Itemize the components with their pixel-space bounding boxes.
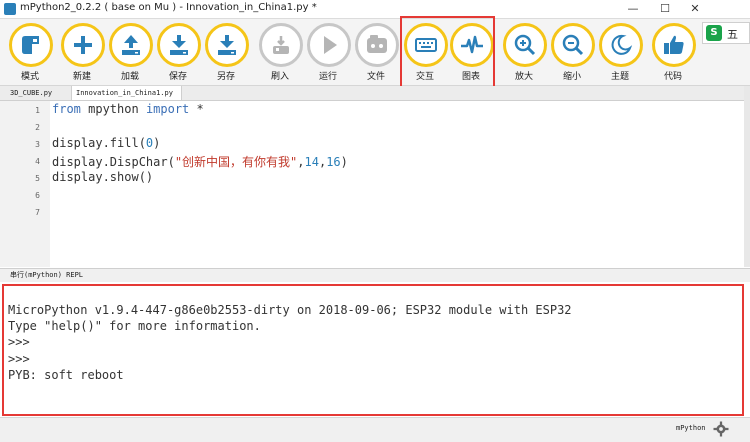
files-icon: [355, 23, 399, 67]
flash-icon: [259, 23, 303, 67]
minimize-button[interactable]: —: [618, 0, 648, 18]
keyword: from: [52, 102, 81, 116]
code-line: display.DispChar("创新中国，有你有我",14,16): [52, 153, 348, 170]
download-icon: [205, 23, 249, 67]
code-text: display.DispChar(: [52, 155, 175, 169]
keyword: import: [145, 102, 190, 116]
line-number: 4: [35, 157, 40, 166]
line-number: 2: [35, 123, 40, 132]
download-icon: [157, 23, 201, 67]
line-number: 5: [35, 174, 40, 183]
code-text: display.fill(: [52, 136, 146, 150]
save-as-button[interactable]: 另存: [203, 23, 249, 83]
code-line: display.fill(0): [52, 136, 160, 150]
mode-label: 模式: [20, 72, 39, 82]
status-bar: mPython: [0, 417, 750, 442]
mode-indicator: mPython: [676, 424, 706, 432]
load-label: 加载: [120, 72, 139, 82]
editor-scrollbar[interactable]: [744, 86, 750, 267]
gear-icon[interactable]: [712, 420, 730, 438]
line-number: 6: [35, 191, 40, 200]
plus-icon: [61, 23, 105, 67]
save-label: 保存: [168, 72, 187, 82]
code-button[interactable]: 代码: [650, 23, 696, 83]
code-text: ): [153, 136, 161, 150]
zoom-in-label: 放大: [514, 72, 533, 82]
line-number-gutter: 1 2 3 4 5 6 7: [0, 101, 50, 267]
theme-button[interactable]: 主题: [597, 23, 643, 83]
save-button[interactable]: 保存: [155, 23, 201, 83]
new-label: 新建: [72, 72, 91, 82]
code-editor[interactable]: 1 2 3 4 5 6 7 from mpython import * disp…: [0, 101, 744, 267]
repl-title-bar: 串行(mPython) REPL: [0, 268, 750, 283]
flash-button[interactable]: 刷入: [257, 23, 303, 83]
files-label: 文件: [366, 72, 385, 82]
line-number: 1: [35, 106, 40, 115]
run-button[interactable]: 运行: [305, 23, 351, 83]
line-number: 7: [35, 208, 40, 217]
tab-bar: 3D_CUBE.py Innovation_in_China1.py *: [0, 86, 750, 111]
highlight-box-toolbar: [400, 16, 495, 88]
number-literal: 16: [326, 155, 341, 169]
app-icon: [4, 3, 16, 15]
title-bar: mPython2_0.2.2 ( base on Mu ) - Innovati…: [0, 0, 750, 19]
ime-logo-icon: S: [706, 25, 722, 41]
code-text: ,: [297, 155, 305, 169]
tab-3d-cube[interactable]: 3D_CUBE.py: [6, 86, 72, 100]
zoom-out-button[interactable]: 缩小: [549, 23, 595, 83]
code-line: display.show(): [52, 170, 154, 184]
zoom-out-label: 缩小: [562, 72, 581, 82]
thumbs-up-icon: [652, 23, 696, 67]
zoom-in-icon: [503, 23, 547, 67]
save-as-label: 另存: [216, 72, 235, 82]
code-text: mpython: [80, 102, 146, 116]
code-label: 代码: [663, 72, 682, 82]
code-line: from mpython import *: [52, 102, 204, 116]
toolbar: 模式 新建 加载 保存 另存 刷入 运行 文件 交互 图表 放大 缩小 主题 代…: [0, 19, 750, 86]
mode-icon: [9, 23, 53, 67]
maximize-button[interactable]: ☐: [650, 0, 680, 18]
code-text: ): [340, 155, 348, 169]
zoom-out-icon: [551, 23, 595, 67]
code-text: *: [189, 102, 204, 116]
mode-button[interactable]: 模式: [7, 23, 53, 83]
window-title: mPython2_0.2.2 ( base on Mu ) - Innovati…: [20, 2, 317, 13]
zoom-in-button[interactable]: 放大: [501, 23, 547, 83]
run-label: 运行: [318, 72, 337, 82]
repl-title: 串行(mPython) REPL: [10, 271, 84, 279]
ime-indicator[interactable]: S 五: [702, 22, 750, 44]
number-literal: 14: [304, 155, 319, 169]
tab-innovation-in-china[interactable]: Innovation_in_China1.py *: [72, 86, 182, 111]
string-literal: "创新中国，有你有我": [174, 155, 298, 169]
play-icon: [307, 23, 351, 67]
line-number: 3: [35, 140, 40, 149]
theme-label: 主题: [610, 72, 629, 82]
highlight-box-repl: [2, 284, 744, 416]
moon-icon: [599, 23, 643, 67]
ime-label: 五: [727, 28, 738, 41]
load-button[interactable]: 加载: [107, 23, 153, 83]
upload-icon: [109, 23, 153, 67]
close-button[interactable]: ✕: [680, 0, 710, 18]
new-button[interactable]: 新建: [59, 23, 105, 83]
files-button[interactable]: 文件: [353, 23, 399, 83]
flash-label: 刷入: [270, 72, 289, 82]
